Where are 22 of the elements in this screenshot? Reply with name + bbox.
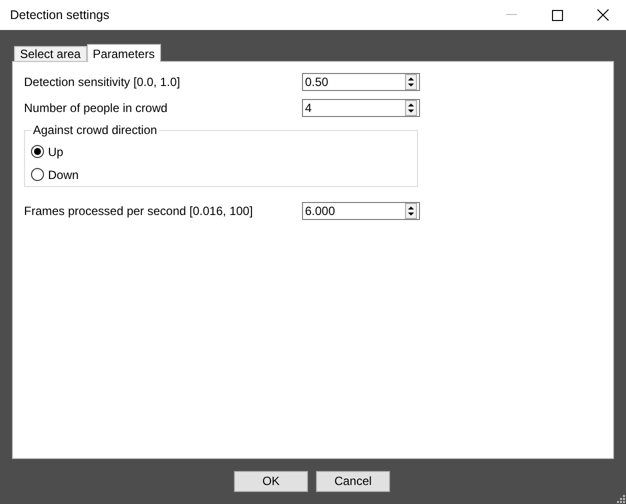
window-title: Detection settings [10,8,110,22]
number-spinner[interactable]: 6.000 [302,202,420,220]
number-spinner[interactable]: 0.50 [302,72,420,90]
resize-grip-icon[interactable] [615,493,625,503]
spin-arrows-icon[interactable] [405,202,417,218]
dialog-button[interactable]: Cancel [316,470,390,492]
field-label: Detection sensitivity [0.0, 1.0] [24,74,180,88]
close-icon[interactable] [597,9,609,21]
field-label: Frames processed per second [0.016, 100] [24,204,253,218]
radio-button[interactable] [31,145,44,158]
maximize-icon[interactable] [552,10,562,20]
spin-arrows-icon[interactable] [405,74,417,90]
group-title: Against crowd direction [31,123,160,137]
dialog-button[interactable]: OK [234,470,308,492]
radio-label: Up [48,144,64,158]
radio-label: Down [48,168,79,182]
tab[interactable]: Parameters [86,44,161,62]
spin-arrows-icon[interactable] [405,100,417,116]
tab[interactable]: Select area [14,46,87,61]
radio-button[interactable] [31,168,44,181]
field-label: Number of people in crowd [24,100,168,114]
number-spinner[interactable]: 4 [302,98,420,116]
